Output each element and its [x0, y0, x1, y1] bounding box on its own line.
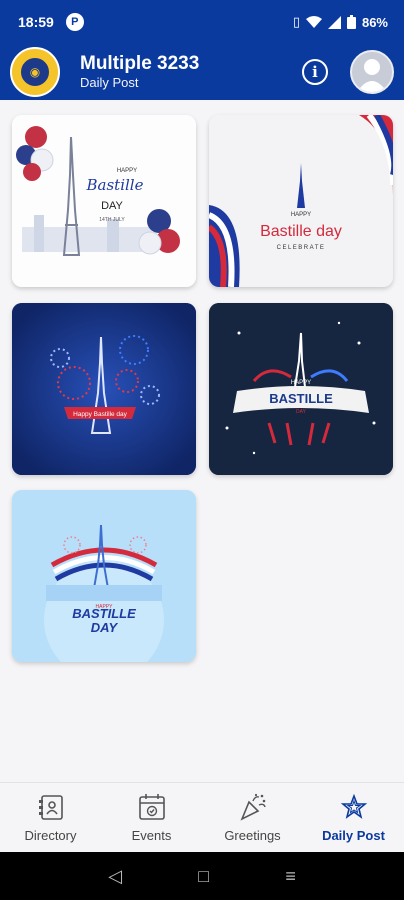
nav-item-events[interactable]: Events [101, 783, 202, 852]
nav-item-greetings[interactable]: Greetings [202, 783, 303, 852]
card1-bastille-text: Bastille [86, 176, 144, 194]
nav-item-daily-post[interactable]: Daily Post [303, 783, 404, 852]
card2-bastille-text: Bastille day [260, 223, 342, 240]
vibrate-icon: ▯ [292, 14, 300, 29]
post-card[interactable]: HAPPY BASTILLE DAY [12, 490, 196, 662]
recents-icon[interactable]: ≡ [285, 866, 296, 887]
bastille-image-eiffel-balloons: HAPPY Bastille DAY 14TH JULY [12, 115, 196, 287]
back-icon[interactable]: ◁ [108, 866, 122, 887]
battery-percentage: 86% [361, 14, 388, 30]
calendar-check-icon [138, 794, 165, 820]
nav-item-directory[interactable]: Directory [0, 783, 101, 852]
post-card[interactable]: Happy Bastille day [12, 303, 196, 475]
bastille-image-ribbon: HAPPY Bastille day CELEBRATE [209, 115, 393, 287]
card1-day-text: DAY [101, 200, 123, 212]
card1-happy-text: HAPPY [117, 168, 137, 174]
info-button[interactable]: i [302, 59, 328, 85]
status-bar: 18:59 P ▯ 86% [0, 0, 404, 44]
directory-icon [38, 795, 63, 820]
status-icons: ▯ 86% [293, 14, 388, 30]
page-title: Multiple 3233 [80, 53, 200, 74]
card4-happy-text: HAPPY [291, 380, 311, 386]
home-icon[interactable]: □ [198, 866, 209, 887]
card4-day-text: DAY [296, 409, 307, 415]
wifi-icon [305, 15, 322, 28]
star-icon [340, 793, 367, 819]
post-card[interactable]: HAPPY Bastille day CELEBRATE [209, 115, 393, 287]
post-card[interactable]: HAPPY BASTILLE DAY [209, 303, 393, 475]
app-header: ◉ Multiple 3233 Daily Post i [0, 44, 404, 100]
page-subtitle: Daily Post [80, 75, 139, 90]
card5-day-text: DAY [91, 620, 119, 635]
card4-bastille-text: BASTILLE [269, 391, 333, 406]
bastille-image-ribbon-dark: HAPPY BASTILLE DAY [209, 303, 393, 475]
lions-club-logo[interactable]: ◉ [10, 47, 60, 97]
nav-label-daily-post: Daily Post [322, 828, 385, 843]
nav-label-events: Events [131, 828, 172, 843]
card1-date-text: 14TH JULY [99, 217, 125, 223]
card3-happy-bastille-text: Happy Bastille day [73, 411, 128, 418]
app-notification-icon: P [65, 13, 84, 31]
system-navigation-bar: ◁ □ ≡ [0, 852, 404, 900]
post-card[interactable]: HAPPY Bastille DAY 14TH JULY [12, 115, 196, 287]
card2-celebrate-text: CELEBRATE [277, 245, 326, 251]
card5-bastille-text: BASTILLE [72, 606, 136, 621]
logo-emblem: ◉ [18, 55, 52, 89]
bastille-image-light-blue: HAPPY BASTILLE DAY [12, 490, 196, 662]
card2-happy-text: HAPPY [291, 212, 311, 218]
party-popper-icon [239, 793, 266, 821]
battery-icon [346, 15, 356, 29]
bastille-image-fireworks: Happy Bastille day [12, 303, 196, 475]
header-titles: Multiple 3233 Daily Post [80, 53, 302, 91]
bottom-navigation: Directory Events Greetings Daily Post [0, 782, 404, 852]
signal-icon [327, 15, 341, 29]
info-icon: i [312, 63, 318, 81]
nav-label-directory: Directory [24, 828, 77, 843]
status-time: 18:59 [18, 14, 54, 30]
user-avatar-icon[interactable] [350, 50, 394, 94]
nav-label-greetings: Greetings [224, 828, 281, 843]
